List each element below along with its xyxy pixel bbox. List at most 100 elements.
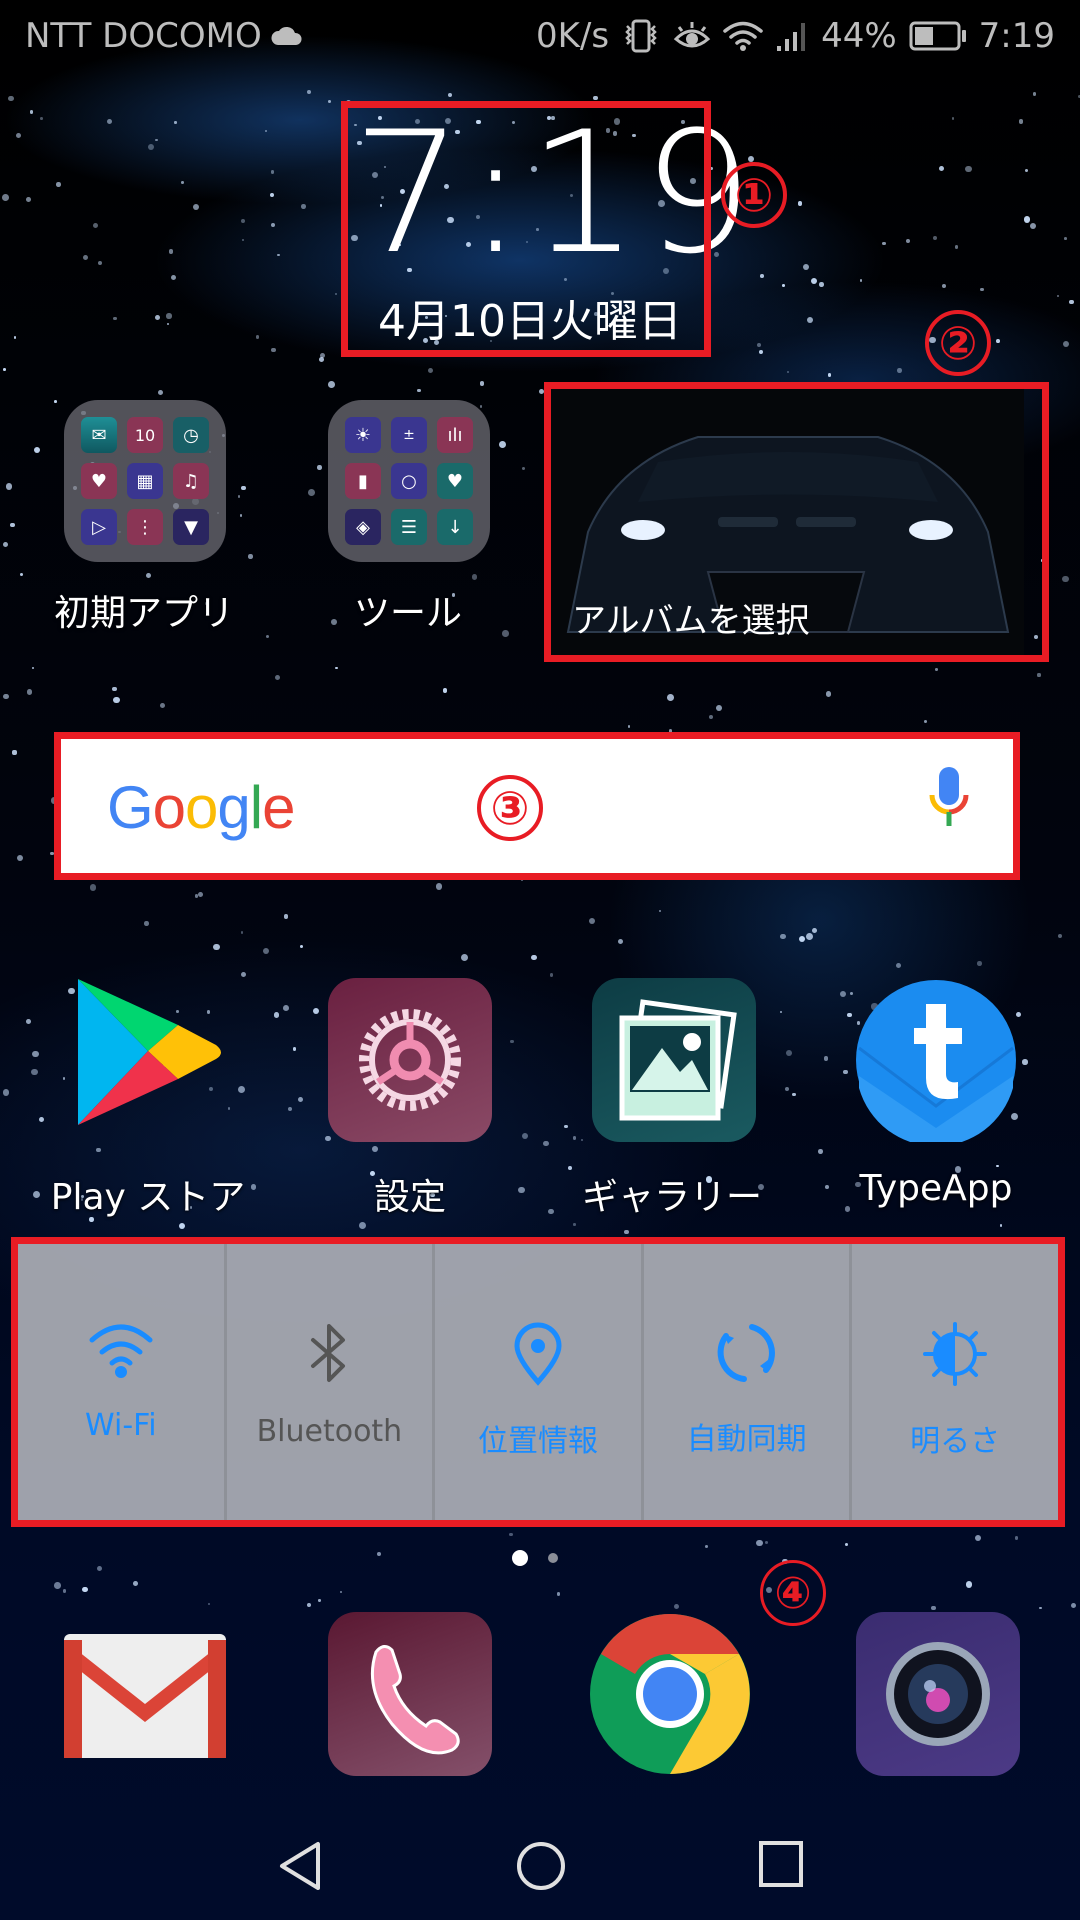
sync-icon [717,1324,775,1382]
wallpaper-star [359,1221,367,1229]
wallpaper-star [33,446,40,453]
annotation-number-4: ④ [760,1560,826,1626]
wallpaper-star [308,489,316,497]
wifi-icon [723,20,763,52]
wallpaper-star [376,1552,381,1557]
wallpaper-star [895,962,902,969]
app-label: TypeApp [859,1168,1013,1209]
wallpaper-star [62,1077,66,1080]
phone-manager-icon: ♥ [437,463,473,499]
wallpaper-star [97,261,102,266]
folder-tools[interactable]: ☀ ± ılı ▮ ○ ♥ ◈ ☰ ↓ [328,400,490,562]
wallpaper-star [208,1603,211,1606]
wallpaper-star [312,1007,319,1015]
phone-icon [370,1645,460,1755]
music-icon: ♫ [173,463,209,499]
wallpaper-star [306,1602,311,1607]
wallpaper-star [756,342,762,347]
wallpaper-star [780,933,786,940]
wallpaper-star [112,687,117,692]
battery-percent: 44% [821,16,897,56]
app-settings[interactable] [328,978,492,1142]
home-button[interactable] [515,1840,567,1896]
wallpaper-star [1014,1536,1018,1540]
app-gallery[interactable] [592,978,756,1142]
recents-button[interactable] [758,1840,804,1892]
wallpaper-star [248,554,253,559]
carrier-name: NTT DOCOMO [25,16,262,56]
wallpaper-star [996,1164,999,1168]
toggle-location[interactable]: 位置情報 [435,1244,644,1520]
toggle-wifi[interactable]: Wi-Fi [18,1244,227,1520]
wallpaper-star [255,335,259,339]
page-dot-active[interactable] [512,1550,528,1566]
wallpaper-star [5,482,13,490]
email-icon: ✉ [81,417,117,453]
video-icon: ▷ [81,509,117,545]
wallpaper-star [8,95,14,102]
wallpaper-star [327,381,335,389]
google-search-bar[interactable]: Google ③ [54,732,1020,880]
wallpaper-star [3,693,9,700]
wallpaper-star [1023,216,1031,223]
dock-gmail[interactable] [60,1630,226,1794]
dock-chrome[interactable] [588,1612,752,1776]
app-play-store[interactable] [66,975,230,1139]
wallpaper-star [780,1010,783,1014]
wallpaper-star [1018,119,1024,125]
wallpaper-star [882,241,886,246]
wallpaper-star [318,1599,321,1602]
wallpaper-star [931,1605,936,1610]
folder-initial-apps[interactable]: ✉ 10 ◷ ♥ ▦ ♫ ▷ ⋮ ▼ [64,400,226,562]
wallpaper-star [847,1012,852,1018]
wallpaper-star [170,274,176,281]
folder-label: 初期アプリ [53,593,234,634]
wallpaper-star [194,894,199,898]
gmail-icon [64,1634,226,1758]
wallpaper-star [479,405,483,408]
wallpaper-star [82,254,88,260]
wallpaper-star [56,182,61,187]
page-dot[interactable] [548,1553,558,1563]
toggle-bluetooth[interactable]: Bluetooth [227,1244,436,1520]
wallpaper-star [29,109,34,114]
dock-phone[interactable] [328,1612,492,1776]
toggle-label: 明るさ [910,1424,1001,1459]
wallpaper-star [965,1580,973,1588]
back-button[interactable] [278,1840,324,1896]
wallpaper-star [241,971,247,977]
app-typeapp[interactable] [854,978,1018,1147]
toggle-brightness[interactable]: 明るさ [852,1244,1058,1520]
wallpaper-star [417,388,421,393]
wallpaper-star [1,194,9,201]
calculator-icon: ± [391,417,427,453]
calendar-icon: 10 [127,417,163,453]
wallpaper-star [924,720,928,724]
wallpaper-star [241,238,245,242]
wallpaper-star [107,119,113,125]
wallpaper-star [1022,1059,1028,1065]
wallpaper-star [54,399,57,403]
wallpaper-star [999,1224,1003,1227]
toggle-label: Bluetooth [256,1414,403,1449]
wallpaper-star [13,336,17,339]
wallpaper-star [270,222,276,228]
wallpaper-star [192,203,199,210]
wallpaper-star [624,1229,629,1234]
wallpaper-star [934,667,938,671]
wallpaper-star [1037,673,1041,677]
wallpaper-star [40,116,44,120]
wallpaper-star [169,249,174,254]
dock-camera[interactable] [856,1612,1020,1776]
location-icon [514,1322,562,1386]
wallpaper-star [667,693,674,701]
wallpaper-star [897,368,902,373]
microphone-icon[interactable] [927,765,971,833]
wallpaper-star [241,485,246,491]
wallpaper-star [1062,575,1070,583]
wallpaper-star [1069,299,1074,305]
wallpaper-star [62,1589,67,1593]
toggle-auto-sync[interactable]: 自動同期 [644,1244,853,1520]
app-label: 設定 [373,1177,446,1218]
wallpaper-star [521,466,525,470]
